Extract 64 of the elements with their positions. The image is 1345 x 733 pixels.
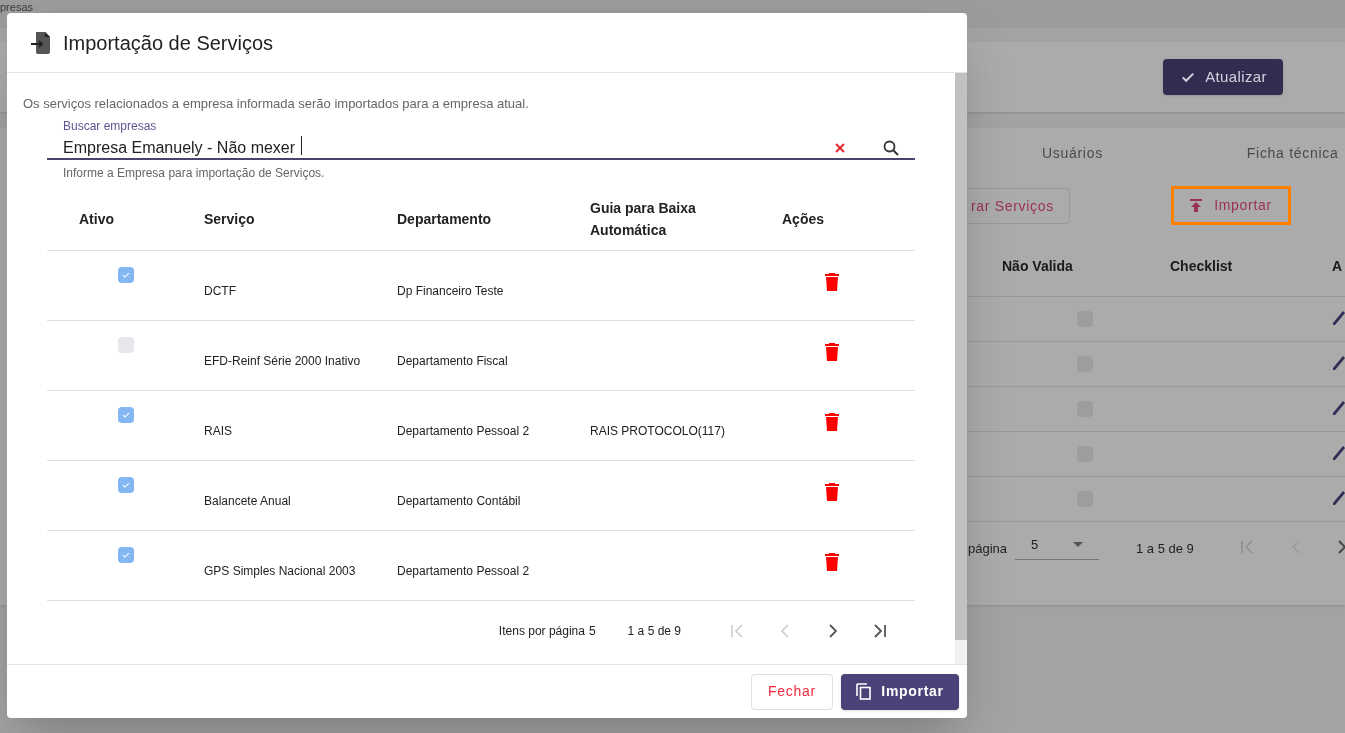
column-header: Serviço <box>203 209 256 229</box>
trash-icon[interactable] <box>825 482 839 501</box>
previous-page-icon[interactable] <box>781 623 789 638</box>
next-page-icon[interactable] <box>829 623 837 638</box>
page-range: 1 a 5 de 9 <box>1136 540 1194 558</box>
column-header: Checklist <box>1170 256 1233 276</box>
table-cell: GPS Simples Nacional 2003 <box>204 564 356 578</box>
tab[interactable]: Usuários <box>1042 142 1103 164</box>
update-button[interactable]: Atualizar <box>1163 59 1283 95</box>
search-field[interactable]: Buscar empresas Empresa Emanuely - Não mexer <box>47 118 915 160</box>
edit-icon[interactable] <box>1333 354 1345 370</box>
checkbox[interactable] <box>117 546 134 563</box>
column-header: Ativo <box>78 209 115 229</box>
page-size-select[interactable]: 5 <box>1015 530 1099 560</box>
edit-icon[interactable] <box>1333 489 1345 505</box>
table-cell: Dp Financeiro Teste <box>397 284 504 298</box>
checkbox[interactable] <box>117 406 134 423</box>
text-cursor <box>301 135 302 155</box>
trash-icon[interactable] <box>825 552 839 571</box>
trash-icon[interactable] <box>825 342 839 361</box>
table-cell: Departamento Contábil <box>397 494 521 508</box>
column-header: A <box>1332 256 1343 276</box>
trash-icon[interactable] <box>825 412 839 431</box>
edit-icon[interactable] <box>1333 399 1345 415</box>
checkbox[interactable] <box>117 336 134 353</box>
table-cell: Departamento Fiscal <box>397 354 508 368</box>
hint-text: Informe a Empresa para importação de Serviços. <box>63 164 326 182</box>
table-cell: RAIS <box>204 424 232 438</box>
breadcrumb-text[interactable]: presas <box>0 1 34 13</box>
checkbox[interactable] <box>117 476 134 493</box>
trash-icon[interactable] <box>825 272 839 291</box>
page-size-label: página <box>968 540 1008 558</box>
page-size-label: Itens por página <box>498 622 585 640</box>
table-cell: Departamento Pessoal 2 <box>397 564 530 578</box>
search-icon[interactable] <box>883 139 899 156</box>
table-cell: DCTF <box>204 284 236 298</box>
import-button[interactable]: Importar <box>841 673 959 710</box>
tab[interactable]: Ficha técnica <box>1246 142 1339 164</box>
edit-icon[interactable] <box>1333 309 1345 325</box>
table-cell: RAIS PROTOCOLO(117) <box>590 424 725 438</box>
close-button[interactable]: Fechar <box>751 673 833 710</box>
import-button[interactable]: Importar <box>1171 186 1291 225</box>
description-text: Os serviços relacionados a empresa informada serão importados para a empresa atual. <box>23 95 530 113</box>
column-header: Ações <box>781 209 826 229</box>
next-page-icon[interactable] <box>1338 540 1345 554</box>
checkbox[interactable] <box>117 266 134 283</box>
file-import-icon <box>31 31 51 54</box>
last-page-icon[interactable] <box>873 623 887 638</box>
page-size-value[interactable]: 5 <box>588 621 596 640</box>
caret-icon <box>1073 542 1083 547</box>
page-range: 1 a 5 de 9 <box>627 622 681 640</box>
upload-icon <box>1190 199 1203 212</box>
table-cell: EFD-Reinf Série 2000 Inativo <box>204 354 361 368</box>
edit-icon[interactable] <box>1333 444 1345 460</box>
clear-icon[interactable] <box>835 142 845 153</box>
column-header: Guia para Baixa Automática <box>589 198 697 240</box>
dialog-title: Importação de Serviços <box>63 30 274 56</box>
first-page-icon[interactable] <box>731 623 745 638</box>
table-cell: Departamento Pessoal 2 <box>397 424 530 438</box>
table-cell: Balancete Anual <box>204 494 291 508</box>
first-page-icon[interactable] <box>1241 540 1255 554</box>
copy-icon <box>856 683 872 700</box>
column-header: Não Valida <box>1002 256 1073 276</box>
column-header: Departamento <box>396 209 493 229</box>
